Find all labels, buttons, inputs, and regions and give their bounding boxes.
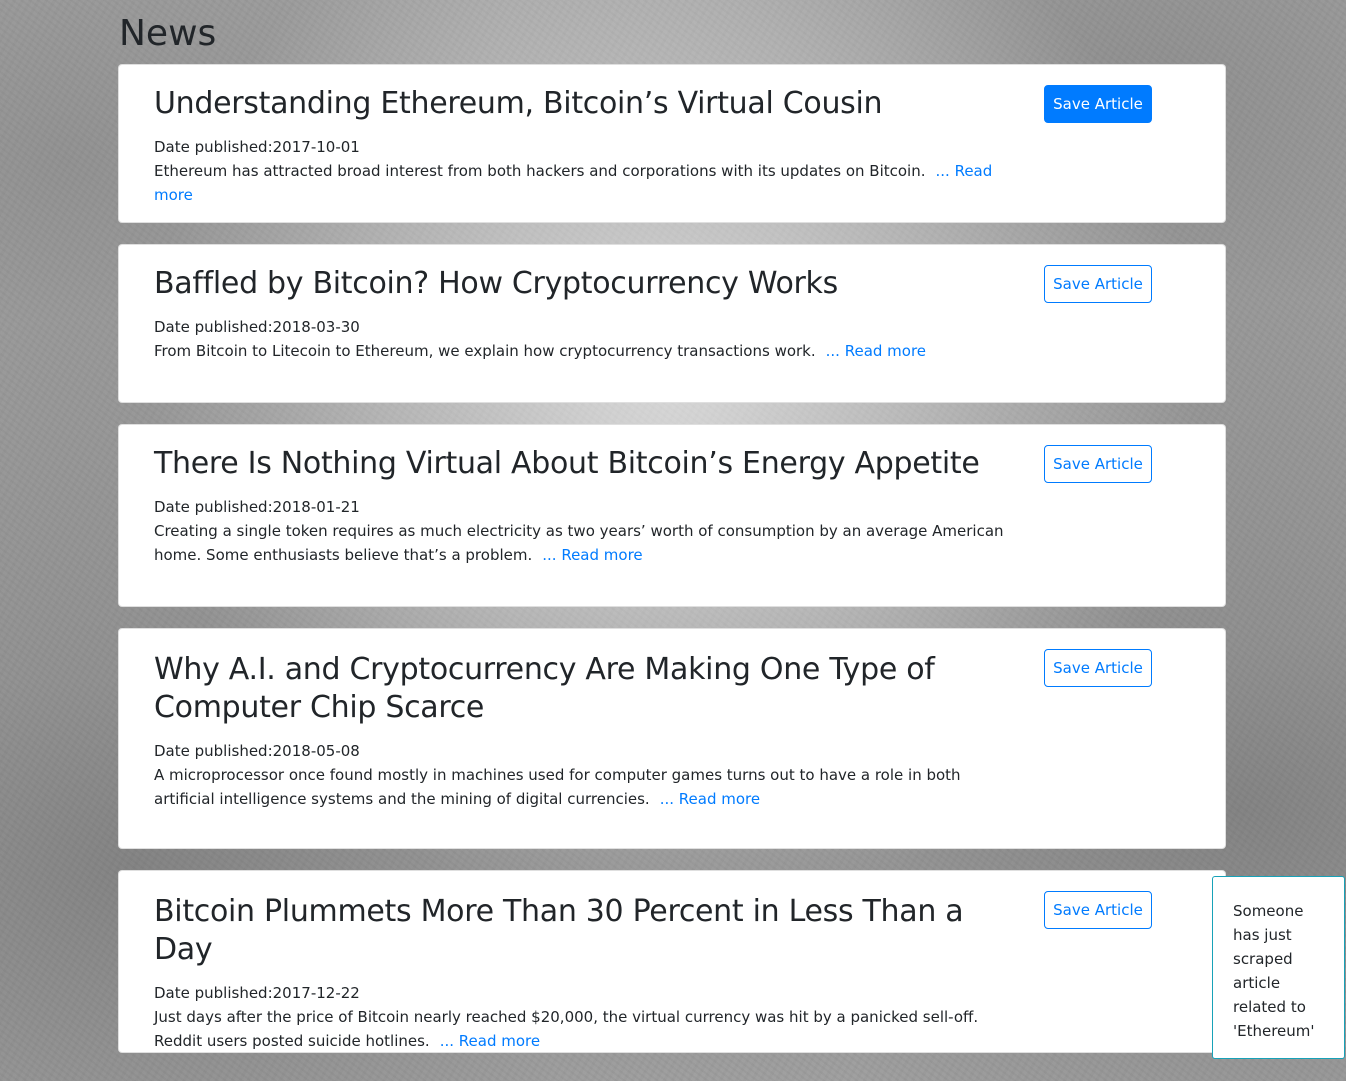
- article-body: Baffled by Bitcoin? How Cryptocurrency W…: [154, 265, 1024, 363]
- read-more-link[interactable]: ... Read more: [542, 546, 642, 564]
- article-summary: From Bitcoin to Litecoin to Ethereum, we…: [154, 339, 1024, 363]
- scrape-notification-toast: Someone has just scraped article related…: [1212, 876, 1345, 1059]
- article-date: Date published:2017-10-01: [154, 135, 1024, 159]
- article-date: Date published:2018-03-30: [154, 315, 1024, 339]
- article-body: Bitcoin Plummets More Than 30 Percent in…: [154, 893, 1024, 1053]
- date-label: Date published:: [154, 742, 273, 760]
- article-card: There Is Nothing Virtual About Bitcoin’s…: [118, 424, 1226, 607]
- summary-text: Just days after the price of Bitcoin nea…: [154, 1008, 979, 1050]
- article-card: Understanding Ethereum, Bitcoin’s Virtua…: [118, 64, 1226, 223]
- date-label: Date published:: [154, 984, 273, 1002]
- date-value: 2018-03-30: [272, 318, 360, 336]
- article-title: Bitcoin Plummets More Than 30 Percent in…: [154, 894, 964, 967]
- date-value: 2017-12-22: [272, 984, 360, 1002]
- article-title: There Is Nothing Virtual About Bitcoin’s…: [154, 446, 980, 481]
- save-article-button[interactable]: Save Article: [1044, 445, 1152, 483]
- summary-text: A microprocessor once found mostly in ma…: [154, 766, 961, 808]
- article-date: Date published:2017-12-22: [154, 981, 1024, 1005]
- read-more-link[interactable]: ... Read more: [660, 790, 760, 808]
- article-date: Date published:2018-01-21: [154, 495, 1024, 519]
- article-title: Understanding Ethereum, Bitcoin’s Virtua…: [154, 86, 883, 121]
- article-summary: A microprocessor once found mostly in ma…: [154, 763, 1024, 811]
- article-summary: Creating a single token requires as much…: [154, 519, 1024, 567]
- date-value: 2018-05-08: [272, 742, 360, 760]
- summary-text: Ethereum has attracted broad interest fr…: [154, 162, 926, 180]
- article-body: Understanding Ethereum, Bitcoin’s Virtua…: [154, 85, 1024, 207]
- save-article-button[interactable]: Save Article: [1044, 649, 1152, 687]
- save-article-button[interactable]: Save Article: [1044, 265, 1152, 303]
- save-article-button[interactable]: Save Article: [1044, 891, 1152, 929]
- read-more-link[interactable]: ... Read more: [440, 1032, 540, 1050]
- page-title: News: [119, 13, 217, 54]
- date-label: Date published:: [154, 318, 273, 336]
- summary-text: From Bitcoin to Litecoin to Ethereum, we…: [154, 342, 816, 360]
- article-summary: Just days after the price of Bitcoin nea…: [154, 1005, 1024, 1053]
- save-article-button[interactable]: Save Article: [1044, 85, 1152, 123]
- article-title: Why A.I. and Cryptocurrency Are Making O…: [154, 652, 935, 725]
- article-card: Baffled by Bitcoin? How Cryptocurrency W…: [118, 244, 1226, 403]
- article-body: Why A.I. and Cryptocurrency Are Making O…: [154, 651, 1024, 811]
- date-label: Date published:: [154, 138, 273, 156]
- date-value: 2017-10-01: [272, 138, 360, 156]
- article-date: Date published:2018-05-08: [154, 739, 1024, 763]
- date-label: Date published:: [154, 498, 273, 516]
- article-card: Bitcoin Plummets More Than 30 Percent in…: [118, 870, 1226, 1053]
- read-more-link[interactable]: ... Read more: [826, 342, 926, 360]
- date-value: 2018-01-21: [272, 498, 360, 516]
- toast-message: Someone has just scraped article related…: [1233, 902, 1315, 1040]
- article-card: Why A.I. and Cryptocurrency Are Making O…: [118, 628, 1226, 849]
- article-body: There Is Nothing Virtual About Bitcoin’s…: [154, 445, 1024, 567]
- article-title: Baffled by Bitcoin? How Cryptocurrency W…: [154, 266, 838, 301]
- article-summary: Ethereum has attracted broad interest fr…: [154, 159, 1024, 207]
